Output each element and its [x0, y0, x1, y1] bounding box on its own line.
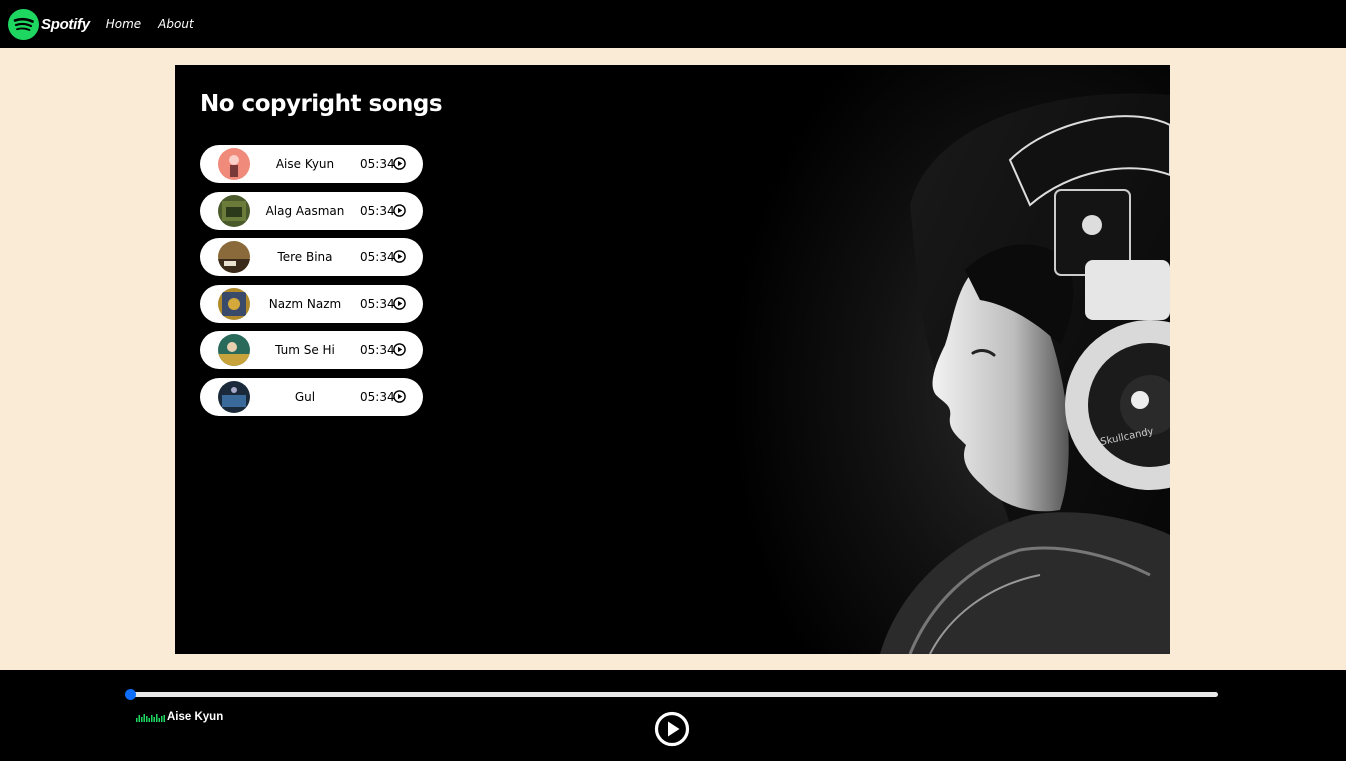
song-cover-image	[218, 241, 250, 273]
song-duration: 05:34	[360, 157, 395, 171]
song-cover-image	[218, 148, 250, 180]
song-name: Tum Se Hi	[275, 343, 335, 357]
brand[interactable]: Spotify	[8, 8, 90, 40]
song-name: Aise Kyun	[275, 157, 335, 171]
master-play-button[interactable]	[654, 711, 690, 747]
song-item[interactable]: Tere Bina 05:34	[200, 238, 423, 276]
play-circle-icon[interactable]	[393, 157, 406, 170]
player-bar: Aise Kyun	[0, 670, 1346, 761]
hero-headphones-image: Skullcandy	[730, 65, 1170, 654]
song-item[interactable]: Aise Kyun 05:34	[200, 145, 423, 183]
song-duration: 05:34	[360, 203, 395, 218]
song-list: Aise Kyun 05:34 Alag Aasman 05:34 Tere B…	[200, 145, 423, 424]
equalizer-icon	[136, 714, 165, 722]
song-duration: 05:34	[360, 250, 395, 264]
song-name: Nazm Nazm	[268, 296, 342, 311]
song-cover-image	[218, 380, 250, 413]
play-circle-icon[interactable]	[393, 343, 406, 356]
song-duration: 05:34	[360, 343, 395, 357]
song-name: Alag Aasman	[265, 203, 345, 218]
song-item[interactable]: Gul 05:34	[200, 377, 423, 416]
top-navbar: Spotify Home About	[0, 0, 1346, 48]
song-cover-image	[218, 334, 250, 366]
play-circle-icon[interactable]	[393, 203, 406, 217]
nav-link-home[interactable]: Home	[106, 17, 141, 31]
song-item[interactable]: Nazm Nazm 05:34	[200, 284, 423, 323]
song-duration: 05:34	[360, 389, 395, 404]
song-item[interactable]: Alag Aasman 05:34	[200, 191, 423, 230]
nav-link-about[interactable]: About	[158, 17, 193, 31]
song-cover-image	[218, 194, 250, 227]
song-item[interactable]: Tum Se Hi 05:34	[200, 331, 423, 369]
song-cover-image	[218, 287, 250, 320]
progress-thumb[interactable]	[125, 689, 136, 700]
song-name: Gul	[294, 389, 316, 404]
spotify-logo-icon	[8, 8, 39, 40]
song-name: Tere Bina	[277, 250, 333, 264]
song-duration: 05:34	[360, 296, 395, 311]
play-circle-icon[interactable]	[393, 250, 406, 263]
progress-slider[interactable]	[125, 689, 1218, 700]
page-title: No copyright songs	[200, 91, 443, 117]
now-playing: Aise Kyun	[136, 711, 223, 723]
play-circle-icon[interactable]	[393, 389, 406, 403]
song-panel: Skullcandy No copyright songs Aise Kyun …	[175, 65, 1170, 654]
now-playing-title: Aise Kyun	[167, 711, 224, 723]
play-circle-icon[interactable]	[393, 296, 406, 310]
brand-name: Spotify	[41, 15, 90, 33]
